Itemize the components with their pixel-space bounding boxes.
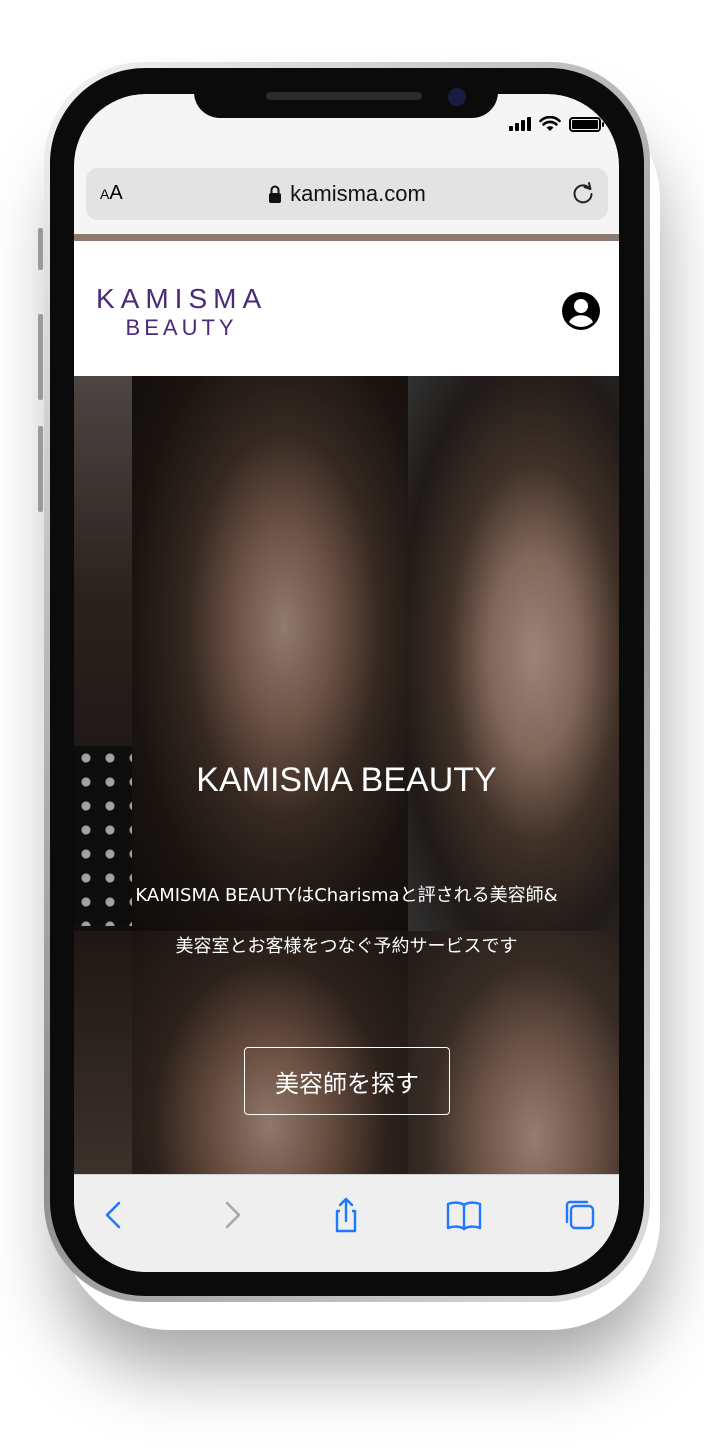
front-camera — [448, 88, 466, 106]
speaker-grille — [266, 92, 422, 100]
tabs-icon[interactable] — [560, 1195, 600, 1235]
forward-icon[interactable] — [212, 1195, 252, 1235]
logo-main-text: KAMISMA — [96, 283, 268, 314]
signal-icon — [509, 117, 531, 131]
volume-down-button — [38, 426, 43, 512]
text-size-small: A — [100, 186, 110, 202]
phone-notch — [194, 78, 498, 118]
mute-switch — [38, 228, 43, 270]
accent-divider — [74, 234, 619, 241]
hero-description-line-1: KAMISMA BEAUTYはCharismaと評される美容師& — [135, 885, 558, 906]
back-icon[interactable] — [94, 1195, 134, 1235]
bookmarks-icon[interactable] — [444, 1195, 484, 1235]
hero-title: KAMISMA BEAUTY — [196, 761, 497, 799]
share-icon[interactable] — [326, 1195, 366, 1235]
text-size-button[interactable]: AA — [100, 182, 123, 205]
volume-up-button — [38, 314, 43, 400]
reload-icon[interactable] — [570, 180, 596, 206]
url-text: kamisma.com — [290, 181, 426, 206]
url-display[interactable]: kamisma.com — [268, 181, 426, 207]
logo-sub-text: BEAUTY — [125, 315, 238, 340]
site-logo[interactable]: KAMISMA BEAUTY — [96, 283, 267, 341]
hero-description-line-2: 美容室とお客様をつなぐ予約サービスです — [175, 936, 518, 957]
browser-toolbar — [74, 1174, 619, 1272]
account-icon[interactable] — [561, 291, 601, 331]
lock-icon — [269, 185, 282, 203]
hero-section: KAMISMA BEAUTY KAMISMA BEAUTYはCharismaと評… — [74, 376, 619, 1174]
site-header: KAMISMA BEAUTY — [74, 241, 619, 376]
address-bar[interactable]: AA kamisma.com — [86, 168, 608, 220]
wifi-icon — [539, 116, 561, 131]
battery-icon — [569, 116, 604, 132]
status-icons — [509, 116, 604, 132]
phone-screen: AA kamisma.com KAMISMA BEAUTY KAMISMA BE… — [74, 94, 619, 1272]
find-stylist-button[interactable]: 美容師を探す — [244, 1047, 450, 1115]
text-size-large: A — [109, 182, 123, 204]
